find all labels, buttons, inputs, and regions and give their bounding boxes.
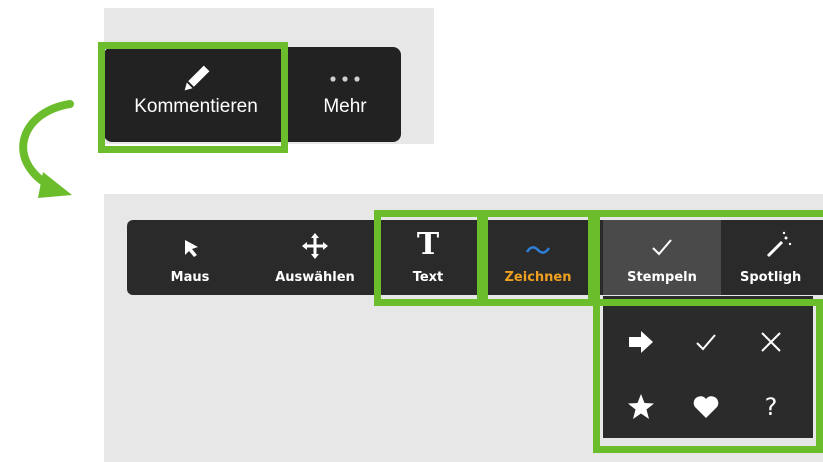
maus-button[interactable]: Maus [150,220,230,295]
maus-label: Maus [170,270,210,285]
zeichnen-highlight [481,210,595,306]
mehr-label: Mehr [323,96,367,117]
mehr-button[interactable]: Mehr [295,52,395,142]
stamp-menu-highlight [593,299,823,453]
auswaehlen-label: Auswählen [275,270,355,285]
move-arrows-icon [260,228,370,262]
auswaehlen-button[interactable]: Auswählen [260,220,370,295]
cursor-arrow-icon [150,228,230,262]
more-dots-icon [295,52,395,96]
text-highlight [374,210,484,306]
stempeln-highlight [593,210,823,306]
curved-arrow-icon [19,100,74,198]
kommentieren-highlight [98,42,288,153]
